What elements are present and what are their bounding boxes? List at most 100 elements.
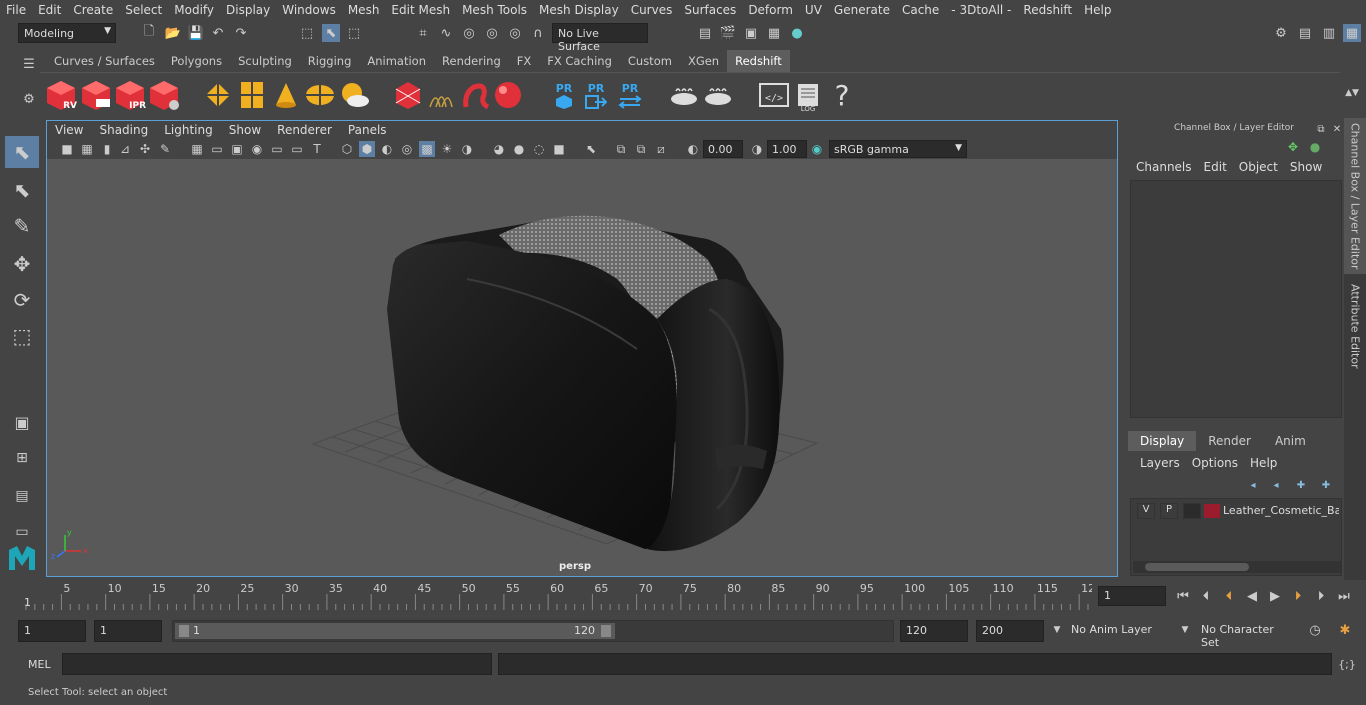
two-d-pan-icon[interactable]: ✣ [137, 141, 153, 157]
xray-icon[interactable]: ◎ [399, 141, 415, 157]
rotate-tool-icon[interactable]: ⟳ [5, 284, 39, 316]
menu-select[interactable]: Select [119, 3, 168, 17]
new-layer-selected-icon[interactable]: ✚ [1317, 476, 1335, 494]
tab-rendering[interactable]: Rendering [434, 50, 509, 72]
open-scene-icon[interactable]: 📂 [164, 24, 182, 42]
prev-key-icon[interactable]: ⏴ [1220, 587, 1238, 605]
layer-tab-display[interactable]: Display [1128, 431, 1197, 451]
menu-create[interactable]: Create [67, 3, 119, 17]
channelbox-menu-object[interactable]: Object [1233, 160, 1284, 174]
image-plane-icon[interactable]: ⊿ [117, 141, 133, 157]
snap-curve-icon[interactable]: ∿ [437, 24, 455, 42]
ipr-render-icon[interactable]: ▣ [742, 24, 760, 42]
layer-row[interactable]: V P Leather_Cosmetic_Bag [1133, 502, 1341, 520]
camera-select-icon[interactable]: ■ [59, 141, 75, 157]
go-to-start-icon[interactable]: ⏮ [1174, 587, 1192, 605]
wireframe-icon[interactable]: ⬡ [339, 141, 355, 157]
four-view-icon[interactable]: ⊞ [5, 442, 39, 474]
film-gate-icon[interactable]: ▭ [209, 141, 225, 157]
tab-sculpting[interactable]: Sculpting [230, 50, 300, 72]
gate-mask-icon[interactable]: ◉ [249, 141, 265, 157]
textured-icon[interactable]: ▩ [419, 141, 435, 157]
new-layer-icon[interactable]: ✚ [1292, 476, 1310, 494]
ipr-icon[interactable]: IPR [114, 79, 146, 111]
tab-attribute-editor[interactable]: Attribute Editor [1344, 278, 1366, 374]
snap-surface-icon[interactable]: ◎ [506, 24, 524, 42]
camera-attributes-icon[interactable]: ▦ [79, 141, 95, 157]
channel-list[interactable] [1130, 180, 1342, 418]
render-frame-icon[interactable]: 🎬 [719, 24, 737, 42]
dome-light-icon[interactable] [304, 79, 336, 111]
mel-label[interactable]: MEL [28, 658, 51, 671]
select-hierarchy-icon[interactable]: ⬚ [298, 24, 316, 42]
grid-icon[interactable]: ▦ [189, 141, 205, 157]
viewport-menu-shading[interactable]: Shading [91, 121, 156, 139]
layer-visibility-toggle[interactable]: V [1137, 503, 1155, 519]
menu-windows[interactable]: Windows [276, 3, 342, 17]
pr-box-icon[interactable]: PR [548, 79, 580, 111]
layer-tab-anim[interactable]: Anim [1263, 431, 1318, 451]
hypershade-icon[interactable]: ● [788, 24, 806, 42]
layer-color-swatch[interactable] [1204, 504, 1220, 518]
snap-point-icon[interactable]: ◎ [460, 24, 478, 42]
layer-tab-render[interactable]: Render [1196, 431, 1263, 451]
channel-box-toggle-icon[interactable]: ▦ [1343, 24, 1361, 42]
tab-polygons[interactable]: Polygons [163, 50, 230, 72]
menu-mesh-tools[interactable]: Mesh Tools [456, 3, 533, 17]
snap-view-icon[interactable]: ◎ [483, 24, 501, 42]
menu-deform[interactable]: Deform [742, 3, 799, 17]
area-light-icon[interactable] [236, 79, 268, 111]
sync-icon[interactable]: ● [1306, 138, 1324, 156]
channelbox-menu-show[interactable]: Show [1284, 160, 1328, 174]
anim-layer-select[interactable]: No Anim Layer [1066, 620, 1174, 642]
character-set-select[interactable]: No Character Set [1196, 620, 1298, 649]
viewport-menu-panels[interactable]: Panels [340, 121, 395, 139]
help-icon[interactable]: ? [826, 79, 858, 112]
render-options-icon[interactable] [148, 79, 180, 111]
depth-of-field-icon[interactable]: ■ [551, 141, 567, 157]
range-slider[interactable]: 1 120 [172, 620, 894, 642]
menu-surfaces[interactable]: Surfaces [678, 3, 742, 17]
viewport-menu-show[interactable]: Show [221, 121, 269, 139]
select-object-icon[interactable]: ⬉ [322, 24, 340, 42]
menu-curves[interactable]: Curves [625, 3, 679, 17]
select-tool-icon[interactable]: ⬉ [5, 136, 39, 168]
script-editor-icon[interactable]: </> [758, 79, 790, 111]
grease-pencil-icon[interactable]: ✎ [157, 141, 173, 157]
light-rig-icon[interactable] [202, 79, 234, 111]
tab-channel-box[interactable]: Channel Box / Layer Editor [1344, 118, 1366, 274]
select-component-icon[interactable]: ⬚ [345, 24, 363, 42]
live-surface-field[interactable]: No Live Surface [552, 23, 648, 53]
move-layer-up-icon[interactable]: ◂ [1244, 476, 1262, 494]
resolution-gate-icon[interactable]: ▣ [229, 141, 245, 157]
single-view-icon[interactable]: ▣ [5, 406, 39, 438]
bookmark-icon[interactable]: ▮ [99, 141, 115, 157]
chevron-down-icon[interactable]: ▼ [1048, 621, 1066, 639]
menu-help[interactable]: Help [1078, 3, 1117, 17]
anim-start-field[interactable]: 1 [18, 620, 86, 642]
play-backwards-icon[interactable]: ◀ [1243, 587, 1261, 605]
screen-space-ao-icon[interactable]: ◕ [491, 141, 507, 157]
tab-rigging[interactable]: Rigging [300, 50, 360, 72]
move-layer-down-icon[interactable]: ◂ [1267, 476, 1285, 494]
tab-custom[interactable]: Custom [620, 50, 680, 72]
field-chart-icon[interactable]: ▭ [269, 141, 285, 157]
xray-active-icon[interactable]: ⧉ [633, 141, 649, 157]
tab-redshift[interactable]: Redshift [727, 50, 790, 72]
color-management-icon[interactable]: ◉ [809, 141, 825, 157]
outliner-view-icon[interactable]: ▤ [5, 480, 39, 512]
viewport-menu-renderer[interactable]: Renderer [269, 121, 340, 139]
paint-select-tool-icon[interactable]: ✎ [5, 210, 39, 242]
menu-display[interactable]: Display [220, 3, 276, 17]
viewport-scene[interactable]: persp x y z [47, 159, 1117, 576]
panel-icon[interactable]: ▥ [1320, 24, 1338, 42]
playback-end-field[interactable]: 120 [900, 620, 968, 642]
backface-icon[interactable]: ⧄ [653, 141, 669, 157]
magnet-icon[interactable]: ∩ [529, 24, 547, 42]
layer-menu-help[interactable]: Help [1244, 456, 1283, 470]
range-handle-end[interactable] [601, 625, 611, 637]
menu-cache[interactable]: Cache [896, 3, 945, 17]
preferences-icon[interactable]: ✱ [1336, 621, 1354, 639]
range-handle-start[interactable] [179, 625, 189, 637]
workspace-selector[interactable]: Modeling ▼ [18, 23, 116, 43]
